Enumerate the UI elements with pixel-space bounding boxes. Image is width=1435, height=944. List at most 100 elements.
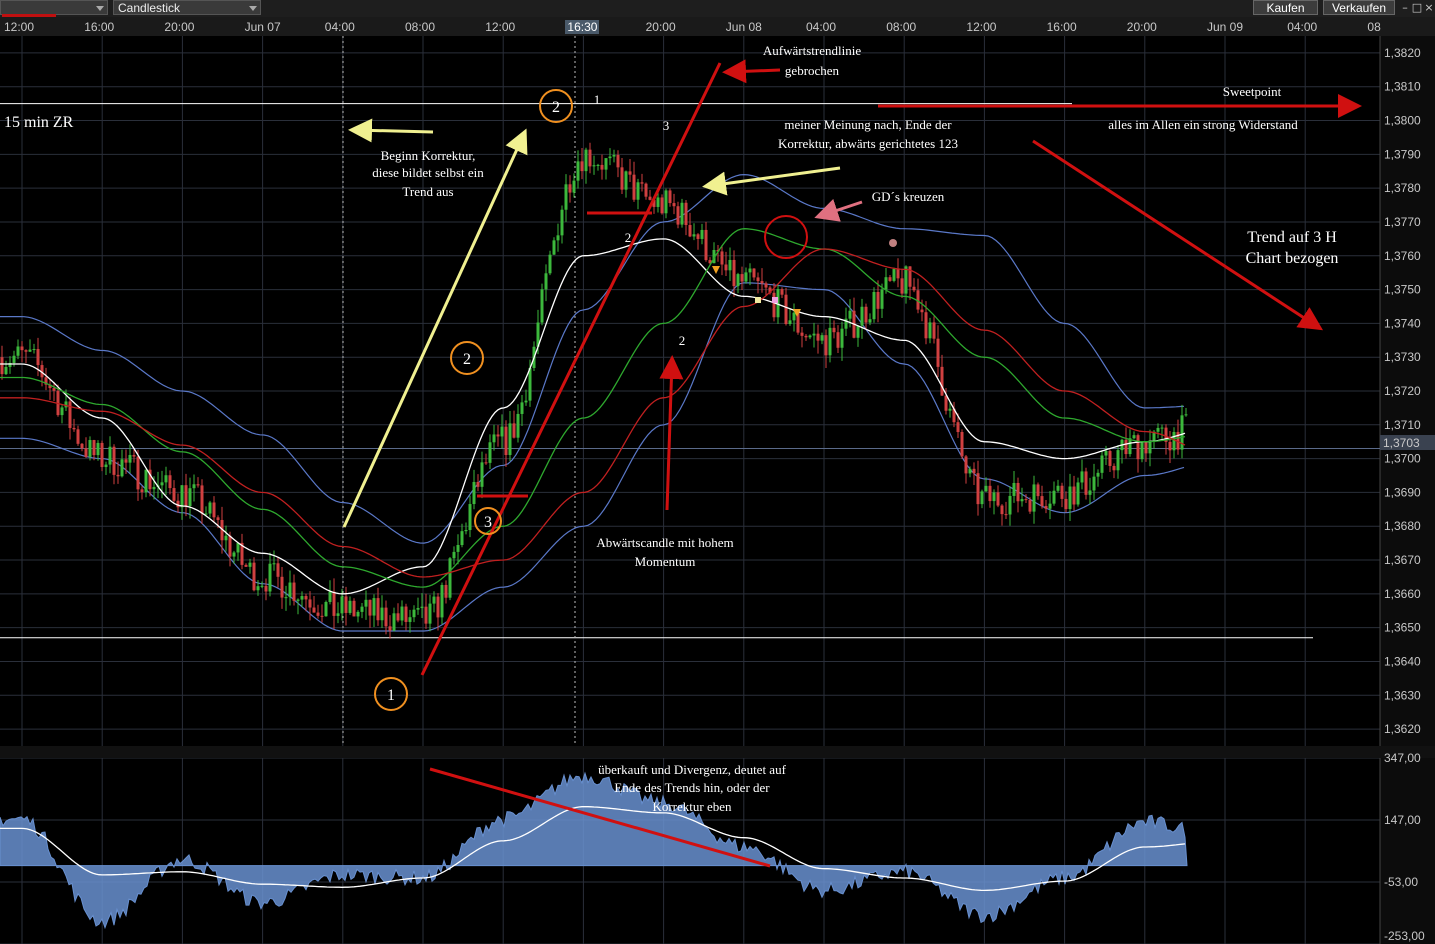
- candle-body: [144, 469, 148, 493]
- candle-body: [1132, 435, 1136, 439]
- price-tick-label: 1,3820: [1384, 46, 1421, 60]
- candle-body: [360, 606, 364, 612]
- sell-button[interactable]: Verkaufen: [1323, 0, 1395, 15]
- candle-body: [348, 600, 352, 613]
- candle-body: [116, 474, 120, 477]
- sweetpoint-text: Sweetpoint: [1223, 84, 1282, 99]
- candle-body: [840, 328, 844, 348]
- candle-body: [320, 615, 324, 617]
- candle-body: [740, 274, 744, 282]
- candle-body: [988, 485, 992, 502]
- candle-body: [700, 229, 704, 239]
- candle-body: [756, 277, 760, 282]
- candle-body: [764, 283, 768, 288]
- candle-body: [784, 294, 788, 325]
- candle-body: [1088, 490, 1092, 495]
- correction-begin-text-1: Beginn Korrektur,: [381, 148, 476, 163]
- candle-body: [20, 346, 24, 351]
- price-tick-label: 1,3670: [1384, 553, 1421, 567]
- candle-body: [824, 335, 828, 356]
- candle-body: [464, 530, 468, 532]
- trend-3h-text-1: Trend auf 3 H: [1247, 229, 1337, 246]
- candle-body: [760, 281, 764, 284]
- candle-body: [752, 268, 756, 278]
- candle-body: [812, 333, 816, 336]
- candle-body: [896, 268, 900, 279]
- close-icon[interactable]: ×: [1422, 1, 1435, 14]
- candle-body: [1012, 482, 1016, 496]
- candle-body: [264, 585, 268, 592]
- candle-body: [16, 346, 20, 356]
- candle-body: [168, 475, 172, 489]
- candle-body: [1048, 503, 1052, 509]
- momentum-text-1: Abwärtscandle mit hohem: [596, 535, 733, 550]
- candle-body: [408, 617, 412, 622]
- candle-body: [564, 184, 568, 210]
- chevron-down-icon: [96, 6, 104, 11]
- candle-body: [636, 182, 640, 200]
- correction-begin-text-3: Trend aus: [402, 184, 453, 199]
- marker-dot: [889, 239, 897, 247]
- candle-body: [1168, 441, 1172, 451]
- candle-body: [176, 500, 180, 508]
- price-tick-label: 1,3750: [1384, 283, 1421, 297]
- candle-body: [832, 327, 836, 333]
- candle-body: [948, 408, 952, 411]
- candle-body: [468, 504, 472, 531]
- candle-body: [728, 259, 732, 271]
- arrow-trendline-broken: [722, 59, 781, 84]
- time-tick-label: 12:00: [4, 20, 35, 34]
- candle-body: [1084, 471, 1088, 495]
- candle-body: [748, 268, 752, 273]
- candle-body: [992, 492, 996, 502]
- candle-body: [228, 535, 232, 557]
- osc-tick-label: -53,00: [1384, 875, 1418, 889]
- candle-body: [624, 171, 628, 190]
- candle-body: [1100, 455, 1104, 473]
- candle-body: [1124, 439, 1128, 455]
- candle-body: [604, 158, 608, 170]
- correction-begin-text-2: diese bildet selbst ein: [372, 165, 484, 180]
- candle-body: [544, 273, 548, 290]
- candle-body: [1144, 441, 1148, 454]
- candle-body: [808, 335, 812, 338]
- candle-body: [648, 196, 652, 200]
- symbol-select[interactable]: [0, 0, 108, 15]
- candle-body: [800, 332, 804, 336]
- overbought-text-3: Korrektur eben: [652, 799, 732, 814]
- candle-body: [872, 291, 876, 320]
- candle-body: [476, 481, 480, 487]
- candle-body: [300, 596, 304, 600]
- candle-body: [560, 209, 564, 236]
- candle-body: [788, 320, 792, 325]
- candle-body: [236, 542, 240, 553]
- candle-body: [12, 355, 16, 363]
- buy-button[interactable]: Kaufen: [1253, 0, 1318, 15]
- candle-body: [1112, 465, 1116, 471]
- time-tick-label: 20:00: [164, 20, 195, 34]
- candle-body: [868, 319, 872, 323]
- candle-body: [1052, 490, 1056, 504]
- chart-area[interactable]: 1,3820 1,3810 1,3800 1,3790 1,3780 1,3770 1,37…: [0, 0, 1435, 944]
- candle-body: [0, 357, 4, 375]
- candle-body: [692, 234, 696, 237]
- candle-body: [920, 309, 924, 313]
- candle-body: [644, 183, 648, 197]
- candle-body: [108, 446, 112, 465]
- price-tick-label: 1,3760: [1384, 249, 1421, 263]
- candle-body: [640, 182, 644, 184]
- candle-body: [792, 312, 796, 321]
- candle-body: [316, 612, 320, 616]
- candle-body: [504, 426, 508, 455]
- candle-body: [76, 429, 80, 444]
- candle-body: [132, 454, 136, 457]
- candle-body: [1028, 500, 1032, 512]
- candle-body: [92, 440, 96, 456]
- candle-body: [396, 613, 400, 621]
- osc-tick-label: 347,00: [1384, 751, 1421, 765]
- price-tick-label: 1,3620: [1384, 722, 1421, 736]
- chart-type-select[interactable]: Candlestick: [113, 0, 261, 15]
- price-tick-label: 1,3740: [1384, 316, 1421, 330]
- candle-body: [452, 551, 456, 559]
- candle-body: [580, 161, 584, 172]
